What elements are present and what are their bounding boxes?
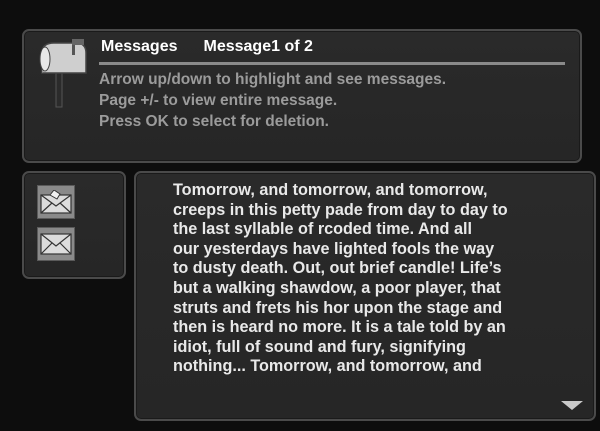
message-list-item[interactable] (37, 185, 75, 219)
instruction-line: Arrow up/down to highlight and see messa… (99, 71, 447, 88)
message-line: the last syllable of rcoded time. And al… (173, 220, 472, 239)
message-counter: Message1 of 2 (203, 38, 313, 55)
instructions: Arrow up/down to highlight and see messa… (99, 69, 446, 132)
scroll-down-arrow-icon[interactable] (561, 401, 583, 410)
title-divider (99, 62, 565, 65)
message-line: then is heard no more. It is a tale told… (173, 318, 506, 337)
message-line: creeps in this petty pade from day to da… (173, 200, 508, 219)
instruction-line: Page +/- to view entire message. (99, 92, 338, 109)
message-line: nothing... Tomorrow, and tomorrow, and (173, 357, 482, 376)
messages-header-panel: Messages Message1 of 2 Arrow up/down to h… (22, 29, 582, 163)
closed-envelope-icon (40, 233, 72, 255)
message-line: Tomorrow, and tomorrow, and tomorrow, (173, 181, 488, 199)
message-line: but a walking shawdow, a poor player, th… (173, 278, 501, 297)
header-title-row: Messages Message1 of 2 (101, 38, 313, 56)
instruction-line: Press OK to select for deletion. (99, 113, 329, 130)
message-line: struts and frets his hor upon the stage … (173, 298, 503, 317)
message-line: our yesterdays have lighted fools the wa… (173, 239, 495, 258)
mailbox-icon (39, 39, 87, 108)
message-body: Tomorrow, and tomorrow, and tomorrow, cr… (173, 181, 583, 377)
message-content-panel[interactable]: Tomorrow, and tomorrow, and tomorrow, cr… (134, 171, 596, 421)
message-line: idiot, full of sound and fury, signifyin… (173, 337, 466, 356)
message-line: to dusty death. Out, out brief candle! L… (173, 259, 502, 278)
page-title: Messages (101, 38, 178, 55)
message-list-item[interactable] (37, 227, 75, 261)
message-list-panel (22, 171, 126, 279)
opened-envelope-icon (40, 190, 72, 214)
